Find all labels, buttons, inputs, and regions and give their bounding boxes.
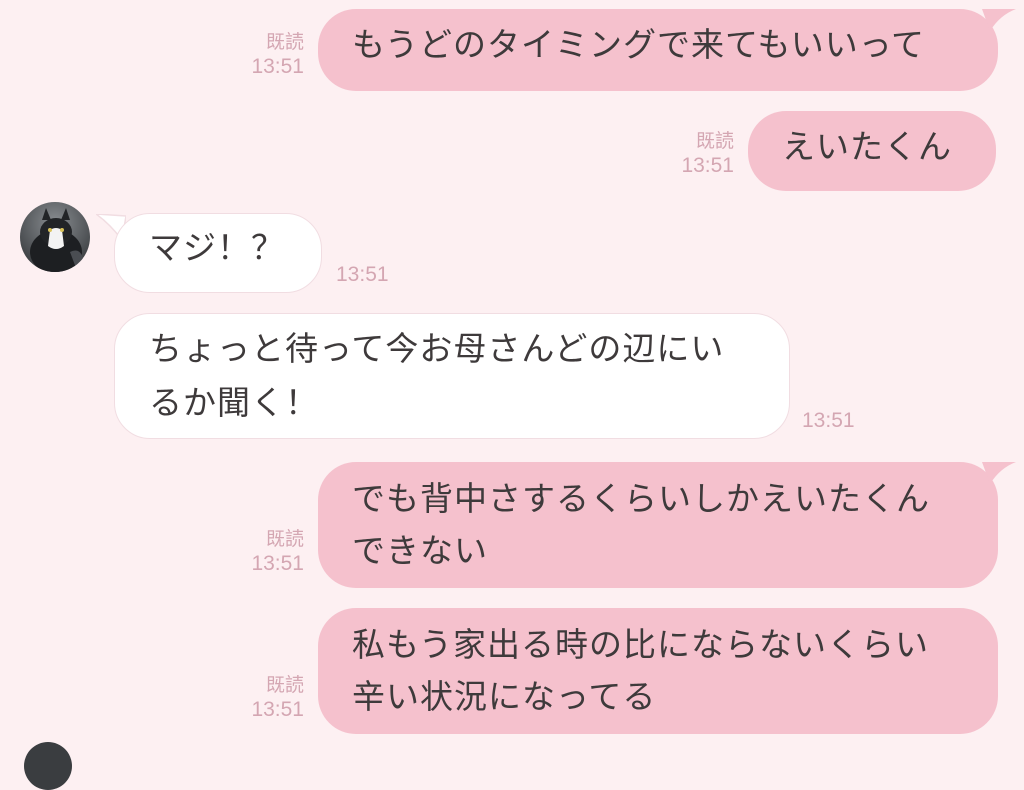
message-meta: 既読 13:51 [238,529,304,577]
message-time: 13:51 [681,154,734,177]
message-time: 13:51 [251,552,304,575]
message-time: 13:51 [802,409,855,432]
message-time: 13:51 [336,263,389,286]
bubble-tail-icon [982,462,1016,484]
message-time: 13:51 [251,55,304,78]
message-time: 13:51 [251,698,304,721]
outgoing-message-bubble[interactable]: もうどのタイミングで来てもいいって [318,9,998,91]
read-receipt: 既読 [695,131,734,152]
cat-avatar-icon [24,742,72,790]
outgoing-message-bubble[interactable]: 私もう家出る時の比にならないくらい 辛い状況になってる [318,608,998,734]
bubble-tail-icon [982,9,1016,31]
read-receipt: 既読 [265,32,304,53]
cat-avatar-icon [20,202,90,272]
incoming-message-bubble[interactable]: ちょっと待って今お母さんどの辺にい るか聞く！ [114,313,790,439]
message-meta: 既読 13:51 [238,675,304,723]
read-receipt: 既読 [265,675,304,696]
read-receipt: 既読 [265,529,304,550]
outgoing-message-bubble[interactable]: えいたくん [748,111,996,191]
incoming-message-bubble[interactable]: マジ！？ [114,213,322,293]
contact-avatar[interactable] [24,742,72,790]
contact-avatar[interactable] [20,202,90,272]
outgoing-message-bubble[interactable]: でも背中さするくらいしかえいたくん できない [318,462,998,588]
message-meta: 既読 13:51 [238,32,304,80]
message-meta: 既読 13:51 [668,131,734,179]
chat-view[interactable]: 既読 13:51 もうどのタイミングで来てもいいって 既読 13:51 えいたく… [0,0,1024,790]
